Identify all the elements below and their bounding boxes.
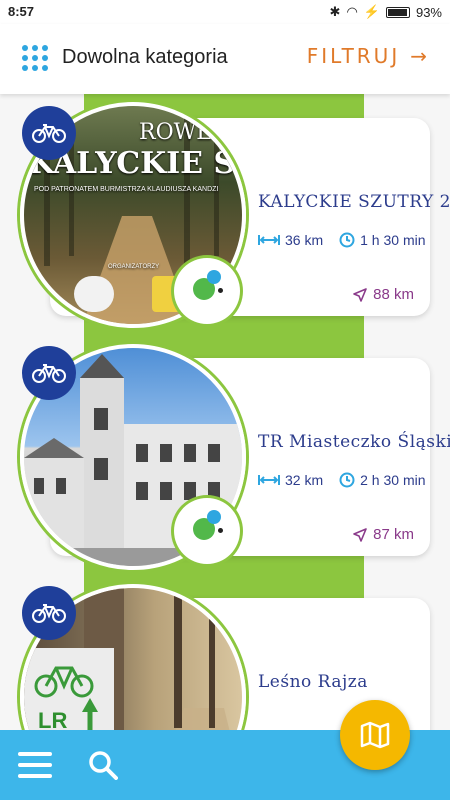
organizer-logo xyxy=(174,498,240,564)
distance-from-user: 87 km xyxy=(353,526,414,543)
navigation-icon xyxy=(353,287,367,302)
route-distance: 32 km xyxy=(258,472,323,488)
from-user-value: 87 km xyxy=(373,526,414,543)
organizer-logo xyxy=(174,258,240,324)
bike-category-badge xyxy=(22,586,76,640)
filter-label: FILTRUJ xyxy=(306,44,401,68)
status-time: 8:57 xyxy=(8,4,35,19)
bike-category-badge xyxy=(22,346,76,400)
menu-icon[interactable] xyxy=(18,752,52,778)
filter-button[interactable]: FILTRUJ → xyxy=(307,44,430,68)
duration-value: 1 h 30 min xyxy=(360,232,426,248)
battery-level: 93% xyxy=(415,4,442,20)
map-icon xyxy=(360,721,390,749)
route-title: TR Miasteczko Śląskie xyxy=(258,432,450,452)
distance-icon xyxy=(258,235,280,245)
bike-icon xyxy=(32,364,66,383)
photo-caption-top: ROWERO xyxy=(139,120,246,145)
distance-value: 36 km xyxy=(285,232,324,248)
duration-value: 2 h 30 min xyxy=(360,472,426,488)
bike-category-badge xyxy=(22,106,76,160)
bike-icon xyxy=(32,604,66,623)
clock-icon xyxy=(339,232,355,248)
from-user-value: 88 km xyxy=(373,286,414,303)
distance-icon xyxy=(258,475,280,485)
route-title: Leśno Rajza xyxy=(258,672,368,692)
bluetooth-icon: ✱ xyxy=(329,4,341,19)
distance-value: 32 km xyxy=(285,472,324,488)
route-meta: 36 km 1 h 30 min xyxy=(258,232,426,248)
battery-icon xyxy=(385,6,410,18)
wifi-icon: ◠ xyxy=(346,4,358,19)
navigation-icon xyxy=(353,527,367,542)
photo-caption-organizers: ORGANIZATORZY xyxy=(108,264,160,270)
status-bar: 8:57 ✱ ◠ ⚡ 93% xyxy=(0,0,450,24)
app-header: Dowolna kategoria FILTRUJ → xyxy=(0,24,450,94)
charging-icon: ⚡ xyxy=(363,4,380,19)
route-duration: 1 h 30 min xyxy=(339,232,426,248)
route-distance: 36 km xyxy=(258,232,323,248)
arrow-right-icon: → xyxy=(410,44,430,68)
app-screen: 8:57 ✱ ◠ ⚡ 93% Dowolna kategoria FILTRUJ… xyxy=(0,0,450,800)
route-meta: 32 km 2 h 30 min xyxy=(258,472,426,488)
search-icon[interactable] xyxy=(88,750,118,780)
route-title: KALYCKIE SZUTRY 2020 xyxy=(258,192,450,212)
map-view-button[interactable] xyxy=(340,700,410,770)
categories-grid-icon[interactable] xyxy=(22,45,48,71)
status-icons: ✱ ◠ ⚡ 93% xyxy=(330,4,442,20)
bike-icon xyxy=(32,124,66,143)
clock-icon xyxy=(339,472,355,488)
route-duration: 2 h 30 min xyxy=(339,472,426,488)
distance-from-user: 88 km xyxy=(353,286,414,303)
photo-caption-sub: POD PATRONATEM BURMISTRZA KLAUDIUSZA KAN… xyxy=(34,186,219,193)
category-title[interactable]: Dowolna kategoria xyxy=(62,46,228,69)
